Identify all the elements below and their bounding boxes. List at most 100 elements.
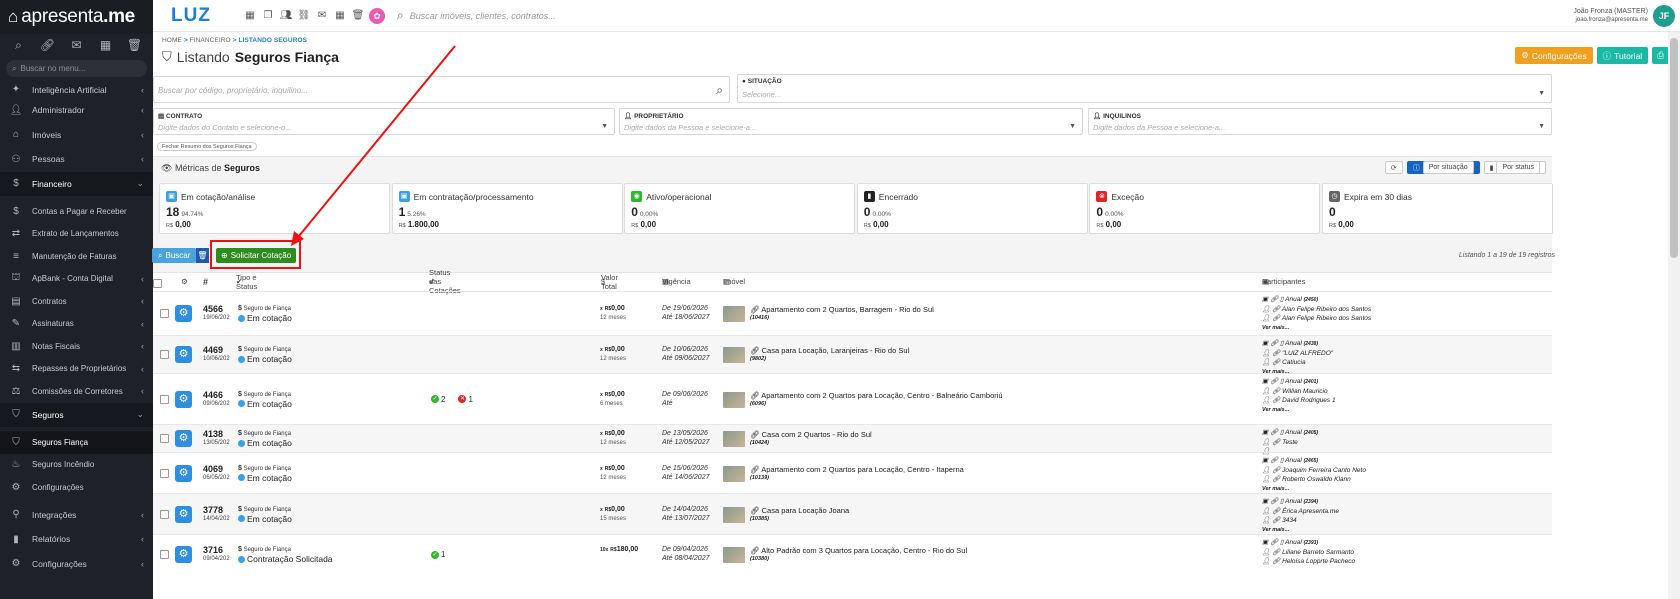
trash-icon[interactable]: 🗑︎ <box>351 10 365 21</box>
sidebar-item-16[interactable]: ♨ Seguros Incêndio <box>0 454 153 477</box>
row-imovel[interactable]: 🔗︎ Apartamento com 2 Quartos para Locaçã… <box>750 465 964 474</box>
refresh-button[interactable]: ⟳ <box>1384 161 1403 174</box>
property-thumbnail[interactable] <box>723 431 745 447</box>
print-button[interactable]: ⎙ <box>1652 47 1669 64</box>
row-checkbox[interactable] <box>160 309 169 318</box>
row-participantes[interactable]: ▣ 🔗︎ ▯ Anual (2393) 👤︎ 🔗︎ Liliane Barreto… <box>1262 538 1355 566</box>
app-logo[interactable]: ⌂ apresenta.me <box>0 0 153 34</box>
row-participantes[interactable]: ▣ 🔗︎ ▯ Anual (2465) 👤︎ 🔗︎ Joaquim Ferreir… <box>1262 456 1366 494</box>
metric-card[interactable]: ▣ Em contratação/processamento 1 5.26% R$ 1.… <box>391 183 623 234</box>
col-vigencia[interactable]: ▦ Vigência <box>662 277 691 286</box>
sidebar-item-5[interactable]: $ Contas a Pagar e Receber <box>0 200 153 223</box>
row-id[interactable]: 4566 <box>203 304 223 314</box>
scrollbar[interactable] <box>1668 32 1680 599</box>
contrato-select[interactable]: ▤ CONTRATO Digite dados do Contato e sel… <box>153 108 615 135</box>
row-checkbox[interactable] <box>160 394 169 404</box>
configuracoes-button[interactable]: ⚙ Configurações <box>1515 47 1593 64</box>
trash-icon[interactable]: 🗑︎ <box>126 38 144 52</box>
row-participantes[interactable]: ▣ 🔗︎ ▯ Anual (2394) 👤︎ 🔗︎ Érica Apresenta… <box>1262 497 1339 535</box>
sidebar-item-13[interactable]: ⚖ Comissões de Corretores ‹ <box>0 380 153 403</box>
metric-card[interactable]: ◉ Ativo/operacional 0 0.00% R$ 0,00 <box>624 183 856 234</box>
gear-icon[interactable]: ⚙ <box>175 346 192 363</box>
sidebar-item-14[interactable]: ⛉ Seguros ⌄ <box>0 402 153 427</box>
users-icon[interactable]: 👥︎ <box>279 10 293 21</box>
property-thumbnail[interactable] <box>723 547 745 563</box>
row-checkbox[interactable] <box>160 550 169 559</box>
situacao-select[interactable]: ● SITUAÇÃO Selecione... ▼ <box>737 74 1552 103</box>
toggle-summary-chip[interactable]: Fechar Resumo dos Seguros Fiança <box>157 142 257 151</box>
sidebar-item-7[interactable]: ≡ Manutenção de Faturas <box>0 245 153 268</box>
property-thumbnail[interactable] <box>723 347 745 363</box>
breadcrumb-home[interactable]: HOME <box>162 37 182 44</box>
scrollbar-thumb[interactable] <box>1670 38 1678 258</box>
ver-mais-link[interactable]: Ver mais... <box>1262 407 1289 413</box>
por-status-button[interactable]: ▮ Por status <box>1483 161 1546 174</box>
cotacoes-status[interactable]: ✓ 1 <box>431 550 445 559</box>
proprietario-select[interactable]: 👤︎ PROPRIETÁRIO Digite dados da Pessoa e… <box>619 108 1083 135</box>
metric-card[interactable]: ▣ Em cotação/análise 18 94.74% R$ 0,00 <box>159 183 390 234</box>
row-id[interactable]: 4469 <box>203 345 223 355</box>
sidebar-item-4[interactable]: $ Financeiro ⌄ <box>0 171 153 196</box>
sidebar-item-6[interactable]: ⇄ Extrato de Lançamentos <box>0 223 153 246</box>
sidebar-item-1[interactable]: 👤︎ Administrador ‹ <box>0 98 153 123</box>
row-checkbox[interactable] <box>160 350 169 359</box>
row-imovel[interactable]: 🔗︎ Apartamento com 2 Quartos, Barragem -… <box>750 305 934 314</box>
breadcrumb-financeiro[interactable]: FINANCEIRO <box>190 37 231 44</box>
global-search-input[interactable]: ⌕ Buscar imóveis, clientes, contratos... <box>397 8 556 23</box>
table-row[interactable]: ⚙ 4069 06/05/202 $ Seguro de Fiança Em cotaç… <box>153 452 1552 493</box>
calendar-icon[interactable]: ▦ <box>97 38 115 52</box>
table-row[interactable]: ⚙ 3716 09/04/202 $ Seguro de Fiança Contrata… <box>153 534 1552 574</box>
row-imovel[interactable]: 🔗︎ Casa para Locação Joana <box>750 506 849 515</box>
property-thumbnail[interactable] <box>723 391 745 408</box>
dashboard-icon[interactable]: ▦ <box>243 10 257 21</box>
sidebar-item-20[interactable]: ⚙ Configurações ‹ <box>0 552 153 577</box>
tutorial-button[interactable]: ⓘ Tutorial <box>1596 47 1649 64</box>
sidebar-item-8[interactable]: ⛫ ApBank - Conta Digital ‹ <box>0 268 153 291</box>
row-id[interactable]: 3778 <box>203 505 223 515</box>
por-situacao-button[interactable]: ⓘ Por situação <box>1406 161 1480 174</box>
property-thumbnail[interactable] <box>723 306 745 322</box>
ver-mais-link[interactable]: Ver mais... <box>1262 486 1289 492</box>
row-participantes[interactable]: ▣ 🔗︎ ▯ Anual (2401) 👤︎ 🔗︎ Willian Maurici… <box>1262 377 1336 415</box>
flower-icon[interactable]: ✿ <box>369 7 385 24</box>
sidebar-search-input[interactable]: ⌕ Buscar no menu... <box>6 60 147 77</box>
table-row[interactable]: ⚙ 4466 09/06/202 $ Seguro de Fiança Em cotaç… <box>153 373 1552 424</box>
cotacao-ok-badge[interactable]: ✓ 1 <box>431 550 445 559</box>
sidebar-item-9[interactable]: ▤ Contratos ‹ <box>0 290 153 313</box>
clear-filters-button[interactable]: 🗑︎ <box>196 248 209 263</box>
user-info[interactable]: João Fronza (MASTER) joao.fronza@apresen… <box>1573 7 1648 25</box>
cotacao-error-badge[interactable]: ✕ 1 <box>458 395 473 404</box>
metric-card[interactable]: ▮ Encerrado 0 0.00% R$ 0,00 <box>856 183 1088 234</box>
sidebar-item-0[interactable]: ✦ Inteligência Artificial ‹ <box>0 81 153 98</box>
search-input[interactable]: Buscar por código, proprietário, inquili… <box>153 76 730 103</box>
avatar[interactable]: JF <box>1653 5 1675 27</box>
ver-mais-link[interactable]: Ver mais... <box>1262 325 1289 331</box>
search-icon[interactable]: ⌕ <box>716 83 723 98</box>
col-tipo[interactable]: ✔ Tipo e Status <box>236 273 257 291</box>
row-id[interactable]: 4138 <box>203 429 223 439</box>
gear-icon[interactable]: ⚙ <box>175 305 192 322</box>
buscar-button[interactable]: ⌕ Buscar <box>152 248 197 263</box>
table-row[interactable]: ⚙ 4566 19/06/202 $ Seguro de Fiança Em cotaç… <box>153 291 1552 335</box>
cotacoes-status[interactable]: ✓ 2 ✕ 1 <box>431 395 473 404</box>
sidebar-item-10[interactable]: ✎ Assinaturas ‹ <box>0 313 153 336</box>
search-icon[interactable]: ⌕ <box>10 38 28 53</box>
row-checkbox[interactable] <box>160 509 169 519</box>
sidebar-item-17[interactable]: ⚙ Configurações <box>0 476 153 499</box>
row-id[interactable]: 4069 <box>203 464 223 474</box>
property-thumbnail[interactable] <box>723 506 745 523</box>
col-status-cotacoes[interactable]: ✔ Status das Cotações <box>429 268 461 295</box>
gear-icon[interactable]: ⚙ <box>175 430 192 447</box>
property-thumbnail[interactable] <box>723 465 745 482</box>
table-row[interactable]: ⚙ 4469 10/06/202 $ Seguro de Fiança Em cotaç… <box>153 335 1552 375</box>
sidebar-item-12[interactable]: ⇆ Repasses de Proprietários ‹ <box>0 358 153 381</box>
sidebar-item-11[interactable]: ▥ Notas Fiscais ‹ <box>0 335 153 358</box>
sidebar-item-19[interactable]: ▮ Relatórios ‹ <box>0 527 153 552</box>
col-valor[interactable]: $ Valor Total <box>601 273 618 291</box>
calendar-icon[interactable]: ▦ <box>333 10 347 21</box>
row-imovel[interactable]: 🔗︎ Casa com 2 Quartos - Rio do Sul <box>750 430 872 439</box>
table-row[interactable]: ⚙ 4138 13/05/202 $ Seguro de Fiança Em cotaç… <box>153 424 1552 455</box>
row-id[interactable]: 3716 <box>203 545 223 555</box>
row-participantes[interactable]: ▣ 🔗︎ ▯ Anual (2450) 👤︎ 🔗︎ Alan Felipe Rib… <box>1262 295 1371 333</box>
sidebar-item-18[interactable]: ⚲ Integrações ‹ <box>0 503 153 528</box>
